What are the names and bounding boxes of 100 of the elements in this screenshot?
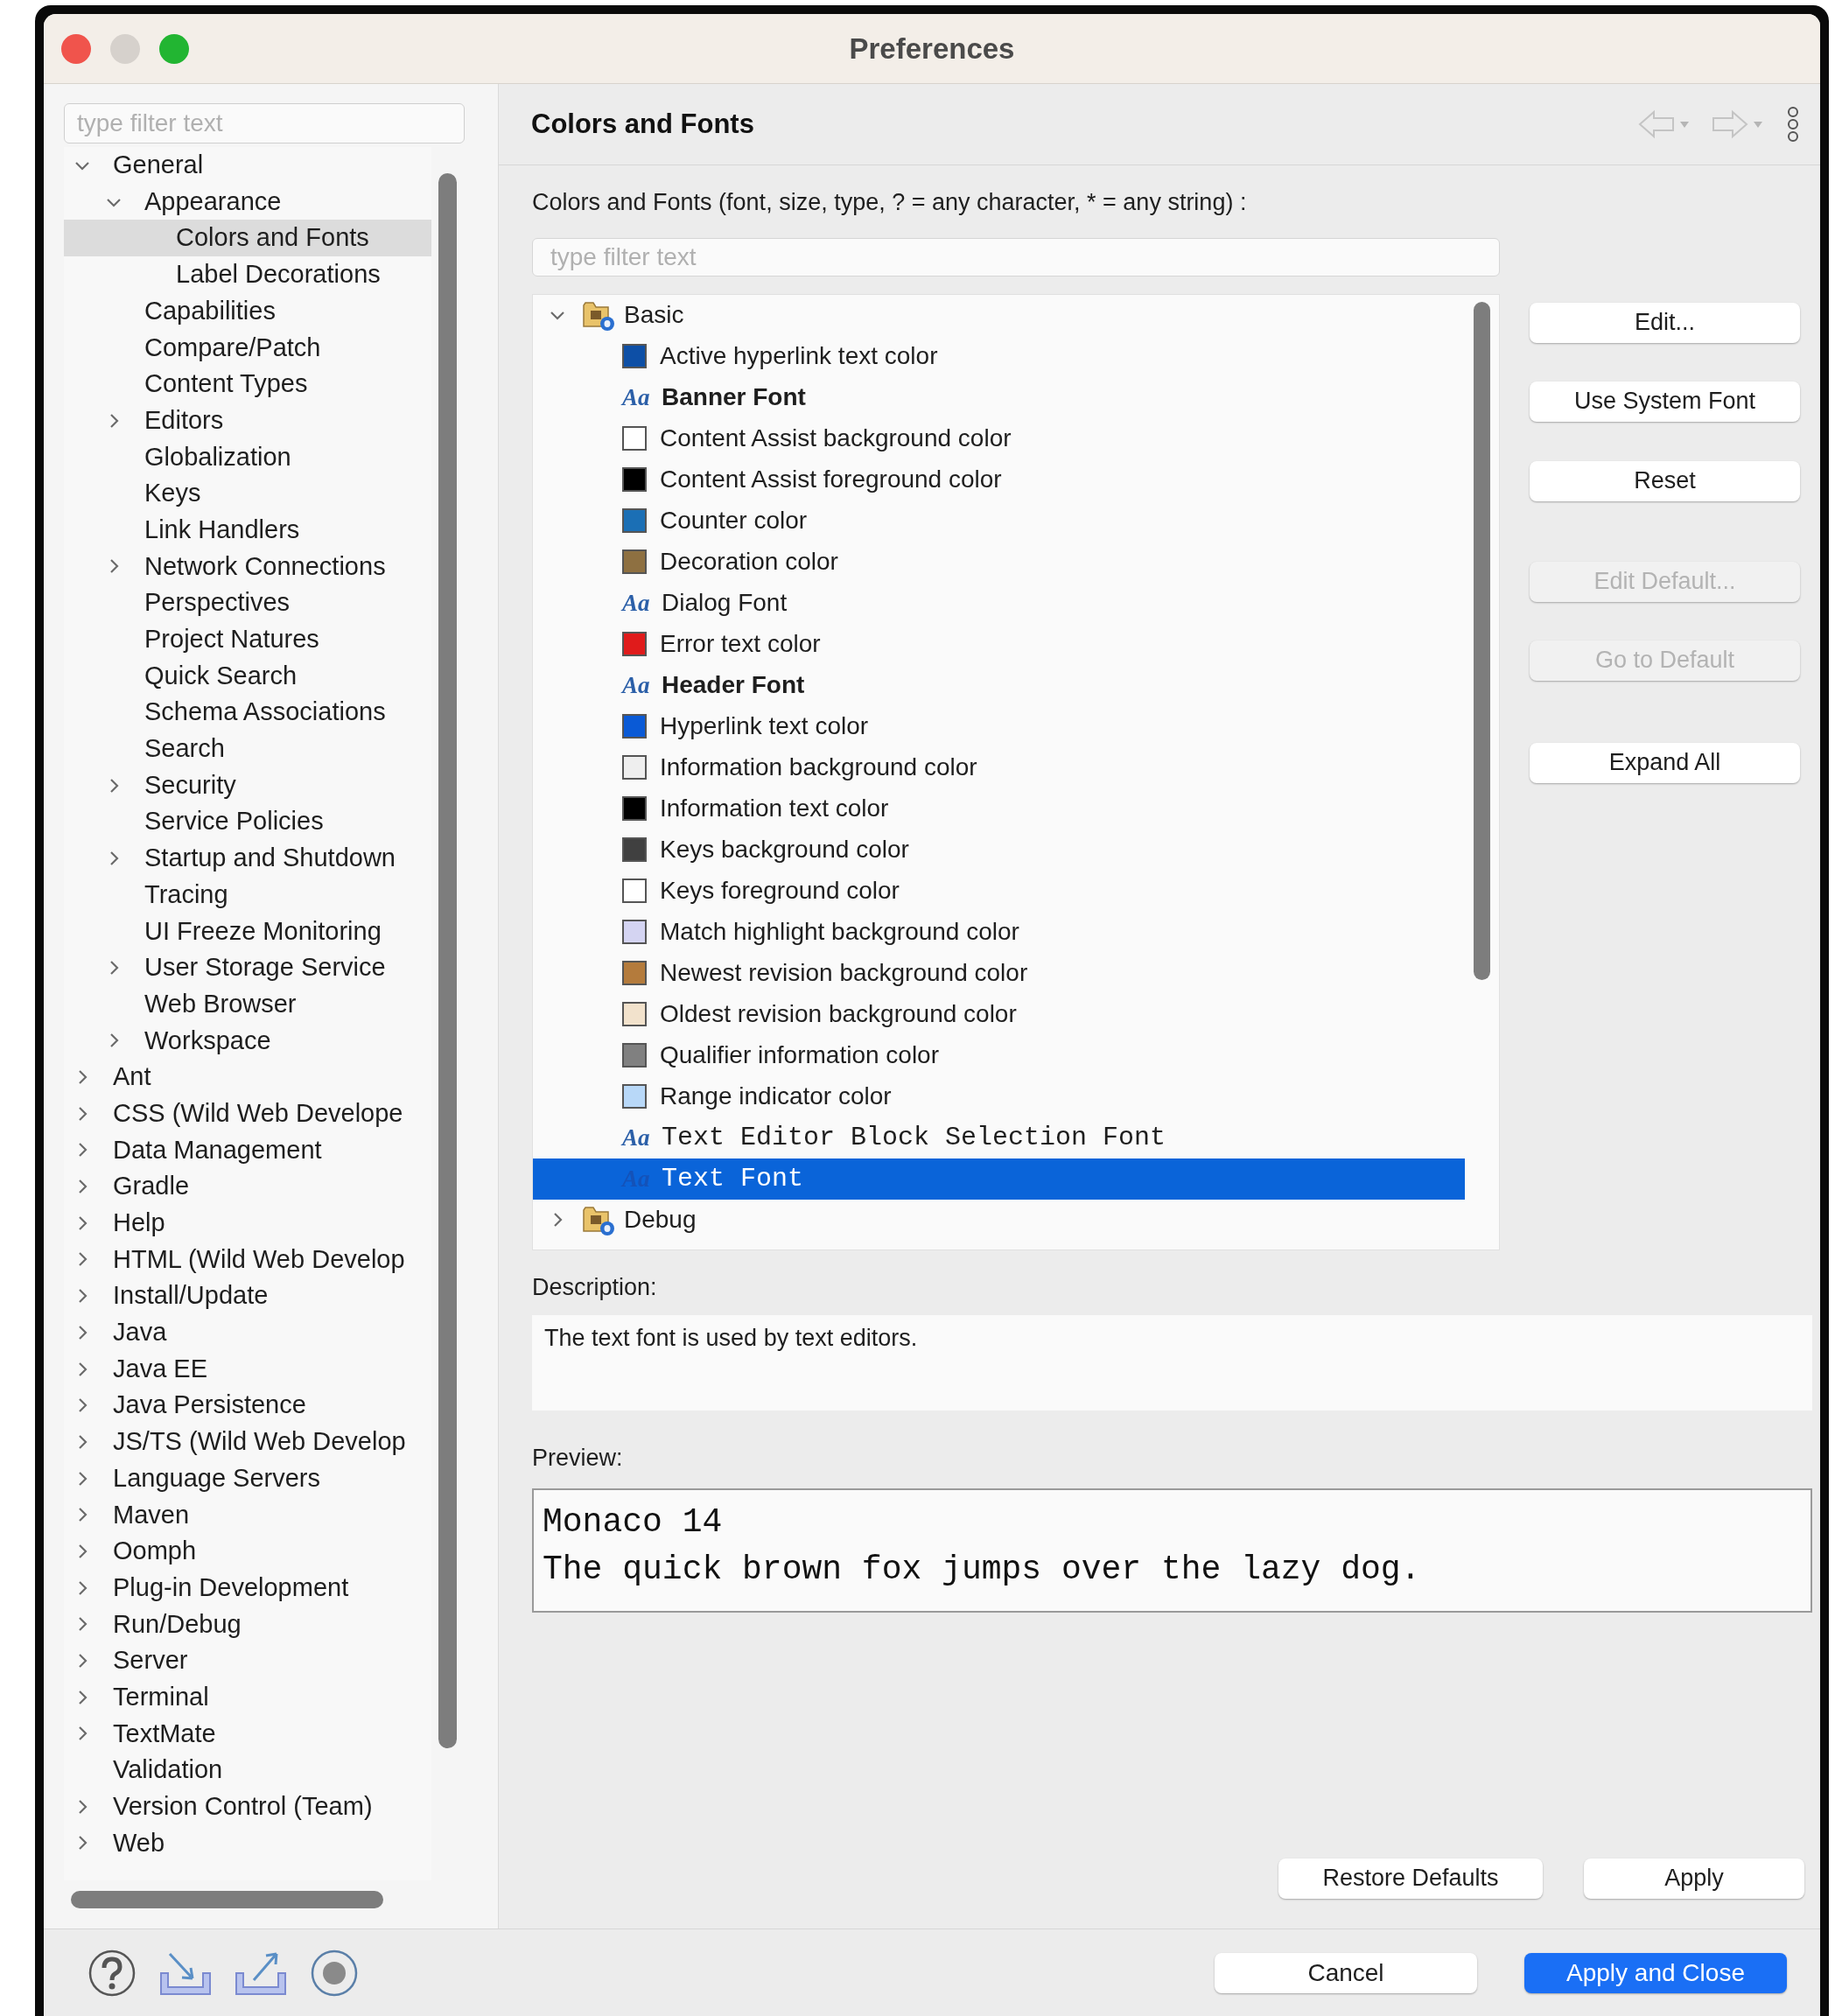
tree-item-label: Keys foreground color [660, 876, 900, 906]
tree-item[interactable]: Keys background color [533, 829, 1465, 871]
tree-item[interactable]: Network Connections [64, 548, 431, 585]
tree-item[interactable]: Aa Dialog Font [533, 582, 1465, 624]
tree-item[interactable]: Startup and Shutdown [64, 840, 431, 877]
tree-item[interactable]: Service Policies [64, 803, 431, 841]
tree-item[interactable]: Gradle [64, 1168, 431, 1205]
button[interactable]: Reset [1530, 460, 1800, 501]
record-icon[interactable] [310, 1948, 359, 1998]
tree-item[interactable]: Content Assist background color [533, 417, 1465, 459]
more-options-icon[interactable] [1785, 106, 1801, 143]
button[interactable]: Apply [1584, 1858, 1804, 1899]
font-icon: Aa [622, 385, 648, 410]
tree-item[interactable]: Java [64, 1314, 431, 1351]
tree-item[interactable]: User Storage Service [64, 949, 431, 986]
preview-text: Monaco 14 [543, 1502, 724, 1543]
button[interactable]: Apply and Close [1524, 1952, 1787, 1993]
tree-item[interactable]: Java Persistence [64, 1387, 431, 1424]
tree-item[interactable]: General [64, 147, 431, 184]
tree-item-label: Information text color [660, 794, 889, 823]
tree-item[interactable]: Content Assist foreground color [533, 458, 1465, 500]
tree-item[interactable]: Install/Update [64, 1278, 431, 1314]
tree-item[interactable]: Link Handlers [64, 511, 431, 549]
tree-item-label: Dialog Font [662, 588, 788, 618]
tree-item[interactable]: Colors and Fonts [64, 220, 431, 257]
tree-item-label: Text Editor Block Selection Font [662, 1121, 1166, 1154]
description-label: Description: [532, 1272, 658, 1302]
tree-item[interactable]: Language Servers [64, 1460, 431, 1497]
tree-item[interactable]: Quick Search [64, 657, 431, 695]
tree-item[interactable]: TextMate [64, 1715, 431, 1753]
tree-item[interactable]: Help [64, 1204, 431, 1242]
tree-item[interactable]: Schema Associations [64, 694, 431, 731]
tree-item-label: Text Font [662, 1162, 804, 1195]
tree-item[interactable]: Debug [533, 1199, 1465, 1241]
tree-item[interactable]: HTML (Wild Web Develop [64, 1241, 431, 1278]
tree-item[interactable]: Workspace [64, 1022, 431, 1060]
tree-item[interactable]: Compare/Patch [64, 329, 431, 367]
scrollbar-thumb[interactable] [1474, 301, 1490, 980]
tree-item-label: Banner Font [662, 382, 806, 412]
tree-item[interactable]: Project Natures [64, 620, 431, 658]
tree-item[interactable]: Data Management [64, 1131, 431, 1169]
tree-item[interactable]: CSS (Wild Web Develope [64, 1095, 431, 1132]
tree-item[interactable]: Run/Debug [64, 1606, 431, 1643]
button[interactable]: Use System Font [1530, 381, 1800, 422]
tree-item[interactable]: Keys foreground color [533, 870, 1465, 912]
filter-field[interactable]: type filter text [532, 237, 1500, 276]
tree-item-label: Keys background color [660, 835, 909, 864]
tree-item-label: Content Assist background color [660, 424, 1012, 453]
tree-item[interactable]: Terminal [64, 1678, 431, 1716]
tree-item[interactable]: Editors [64, 402, 431, 439]
button[interactable]: Edit... [1530, 302, 1800, 343]
tree-item[interactable]: Web [64, 1824, 431, 1862]
tree-item[interactable]: JS/TS (Wild Web Develop [64, 1424, 431, 1460]
tree-item[interactable]: Capabilities [64, 292, 431, 330]
tree-item[interactable]: Aa Header Font [533, 664, 1465, 706]
scrollbar-thumb[interactable] [438, 173, 457, 1748]
tree-item[interactable]: Information text color [533, 788, 1465, 830]
tree-item[interactable]: Oldest revision background color [533, 993, 1465, 1035]
tree-item[interactable]: Version Control (Team) [64, 1788, 431, 1825]
button[interactable]: Expand All [1530, 742, 1800, 783]
tree-item[interactable]: Active hyperlink text color [533, 335, 1465, 377]
tree-item[interactable]: Qualifier information color [533, 1034, 1465, 1076]
tree-item[interactable]: Information background color [533, 746, 1465, 788]
tree-item[interactable]: Hyperlink text color [533, 705, 1465, 747]
tree-item[interactable]: Maven [64, 1496, 431, 1534]
tree-item[interactable]: Aa Text Editor Block Selection Font [533, 1116, 1465, 1158]
tree-item-label: Newest revision background color [660, 958, 1028, 988]
button[interactable]: Restore Defaults [1278, 1858, 1543, 1899]
help-icon[interactable] [88, 1948, 137, 1998]
tree-item[interactable]: Validation [64, 1752, 431, 1788]
filter-field[interactable]: type filter text [64, 103, 465, 144]
tree-item[interactable]: Search [64, 731, 431, 767]
tree-item[interactable]: Label Decorations [64, 256, 431, 293]
tree-item[interactable]: Aa Banner Font [533, 376, 1465, 418]
button[interactable]: Cancel [1215, 1952, 1477, 1993]
tree-item[interactable]: Web Browser [64, 985, 431, 1023]
tree-item[interactable]: UI Freeze Monitoring [64, 913, 431, 950]
close-window-button[interactable] [61, 33, 91, 64]
tree-item[interactable]: Appearance [64, 183, 431, 220]
tree-item[interactable]: Plug-in Development [64, 1569, 431, 1606]
tree-item[interactable]: Oomph [64, 1533, 431, 1570]
tree-item[interactable]: Match highlight background color [533, 911, 1465, 953]
tree-item[interactable]: Java EE [64, 1350, 431, 1388]
tree-item[interactable]: Perspectives [64, 584, 431, 621]
tree-item[interactable]: Newest revision background color [533, 952, 1465, 994]
tree-item[interactable]: Range indicator color [533, 1075, 1465, 1117]
tree-item[interactable]: Keys [64, 475, 431, 512]
tree-item[interactable]: Basic [533, 294, 1465, 336]
tree-item[interactable]: Error text color [533, 623, 1465, 665]
tree-item[interactable]: Tracing [64, 876, 431, 914]
scrollbar-thumb[interactable] [71, 1891, 383, 1908]
tree-item[interactable]: Ant [64, 1059, 431, 1096]
tree-item[interactable]: Content Types [64, 366, 431, 402]
tree-item[interactable]: Counter color [533, 500, 1465, 542]
tree-item[interactable]: Server [64, 1642, 431, 1679]
tree-item-label: Qualifier information color [660, 1040, 940, 1070]
tree-item[interactable]: Decoration color [533, 541, 1465, 583]
tree-item[interactable]: Security [64, 766, 431, 804]
tree-item[interactable]: Globalization [64, 438, 431, 476]
tree-item-label: Debug [624, 1205, 697, 1235]
